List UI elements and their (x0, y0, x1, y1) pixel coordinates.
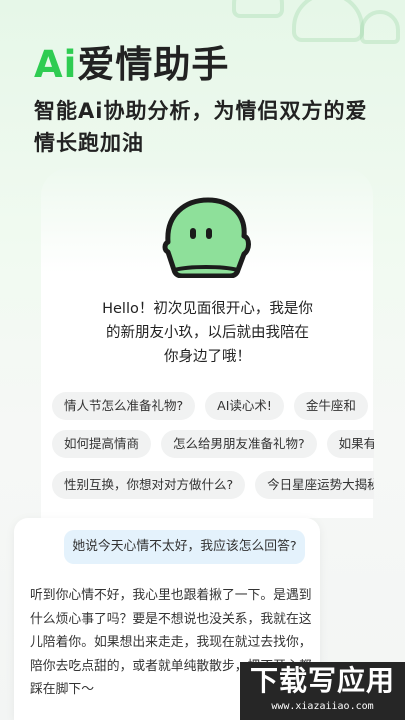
decor-shape (232, 0, 284, 18)
user-message-bubble: 她说今天心情不太好，我应该怎么回答? (64, 530, 305, 564)
suggestion-row: 情人节怎么准备礼物? AI读心术! 金牛座和 (52, 392, 374, 420)
suggestion-chip[interactable]: 金牛座和 (293, 392, 368, 420)
suggestion-row: 如何提高情商 怎么给男朋友准备礼物? 如果有 (52, 430, 374, 458)
suggestion-chip[interactable]: 今日星座运势大揭秘 (255, 471, 374, 499)
title-main-text: 爱情助手 (77, 43, 230, 86)
decor-shape (292, 0, 364, 42)
suggestion-chip[interactable]: 如何提高情商 (52, 430, 152, 458)
watermark-logo: 下载写应用 www.xiazaiiao.com (240, 662, 405, 720)
suggestion-row: 性别互换，你想对对方做什么? 今日星座运势大揭秘 (52, 471, 374, 499)
watermark-main: 下载写应用 (249, 664, 395, 697)
hero-title: Ai爱情助手 (34, 34, 229, 88)
suggestion-chip[interactable]: AI读心术! (205, 392, 284, 420)
mascot-icon (162, 197, 251, 278)
greeting-text: Hello！初次见面很开心，我是你的新朋友小玖，以后就由我陪在你身边了哦！ (102, 301, 313, 365)
suggestion-chip[interactable]: 情人节怎么准备礼物? (52, 392, 196, 420)
decor-shape (360, 10, 400, 44)
suggestion-chip[interactable]: 性别互换，你想对对方做什么? (52, 471, 246, 499)
watermark-url: www.xiazaiiao.com (271, 701, 374, 712)
suggestion-chip[interactable]: 如果有 (326, 430, 374, 458)
suggestion-chip[interactable]: 怎么给男朋友准备礼物? (161, 430, 317, 458)
title-ai-text: Ai (34, 43, 78, 86)
hero-subtitle: 智能Ai协助分析，为情侣双方的爱情长跑加油 (34, 99, 368, 155)
